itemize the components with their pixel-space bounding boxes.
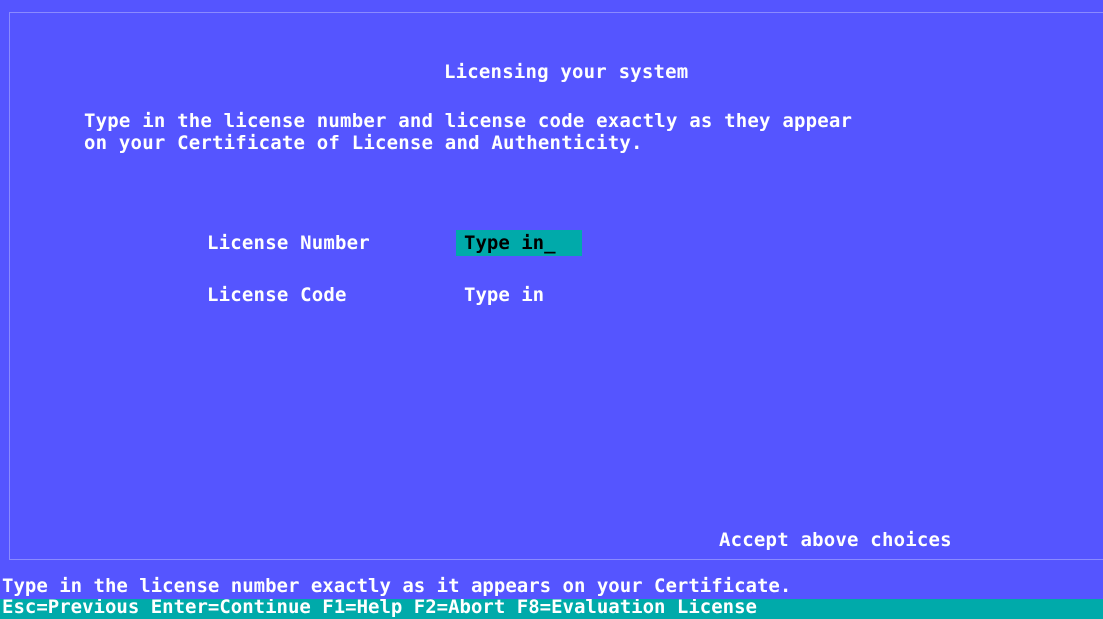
page-title: Licensing your system	[444, 61, 689, 83]
instructions-line-2: on your Certificate of License and Authe…	[84, 132, 643, 154]
function-key-bar: Esc=Previous Enter=Continue F1=Help F2=A…	[0, 599, 1103, 619]
function-key-hints: Esc=Previous Enter=Continue F1=Help F2=A…	[2, 599, 757, 618]
status-message: Type in the license number exactly as it…	[2, 575, 792, 597]
accept-choices-button[interactable]: Accept above choices	[719, 529, 952, 551]
license-number-input[interactable]: Type in_	[456, 230, 582, 256]
license-code-input[interactable]: Type in	[456, 282, 582, 308]
instructions-line-1: Type in the license number and license c…	[84, 110, 853, 132]
license-number-label: License Number	[207, 232, 370, 254]
license-code-label: License Code	[207, 284, 347, 306]
installer-screen: Licensing your system Type in the licens…	[0, 0, 1103, 619]
status-message-bar: Type in the license number exactly as it…	[0, 573, 1103, 599]
